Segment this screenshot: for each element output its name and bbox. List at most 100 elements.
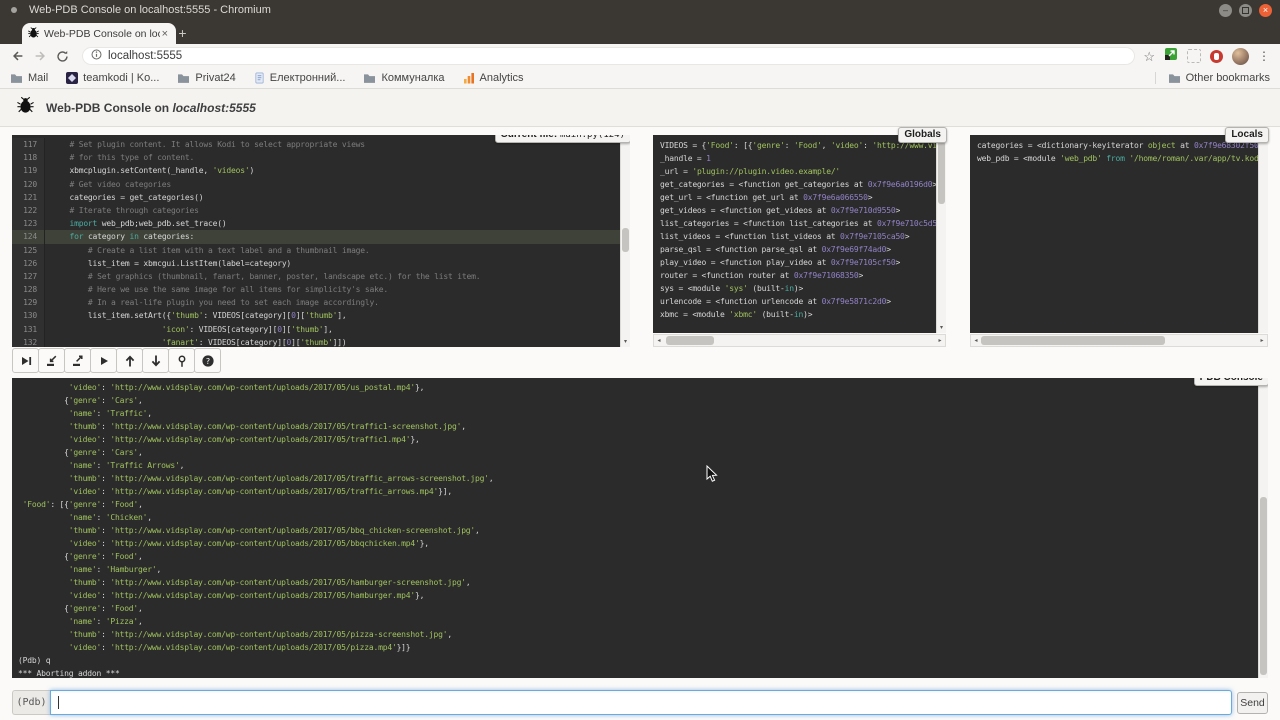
reload-icon[interactable] <box>52 46 72 66</box>
bookmark-label: Privat24 <box>195 72 235 84</box>
other-bookmarks-button[interactable]: Other bookmarks <box>1155 72 1270 84</box>
bookmark-star-icon[interactable]: ☆ <box>1143 50 1155 63</box>
scroll-down-arrow-icon[interactable]: ▾ <box>937 324 946 332</box>
scroll-right-arrow-icon[interactable]: ▸ <box>936 337 944 345</box>
code-line: 121 categories = get_categories() <box>12 191 620 204</box>
console-line: 'Food': [{'genre': 'Food', <box>18 498 1256 511</box>
code-line: 118 # for this type of content. <box>12 151 620 164</box>
send-button[interactable]: Send <box>1237 692 1268 714</box>
globals-listing: VIDEOS = {'Food': [{'genre': 'Food', 'vi… <box>653 135 946 333</box>
console-line: 'video': 'http://www.vidsplay.com/wp-con… <box>18 537 1256 550</box>
bookmark-item[interactable]: Mail <box>10 72 48 84</box>
console-line: (Pdb) q <box>18 654 1256 667</box>
return-icon <box>71 354 85 368</box>
scrollbar-thumb[interactable] <box>1260 497 1267 676</box>
console-line: 'video': 'http://www.vidsplay.com/wp-con… <box>18 381 1256 394</box>
globals-line: get_videos = <function get_videos at 0x7… <box>660 204 946 217</box>
globals-line: xbmc = <module 'xbmc' (built-in)> <box>660 308 946 321</box>
scrollbar-thumb[interactable] <box>981 336 1165 345</box>
pdb-command-input[interactable] <box>59 691 1231 714</box>
browser-menu-icon[interactable]: ⋮ <box>1258 49 1270 63</box>
pdb-prompt-label: (Pdb) <box>12 690 50 715</box>
step-button[interactable] <box>38 348 65 373</box>
where-button[interactable] <box>168 348 195 373</box>
mouse-cursor <box>706 465 718 488</box>
globals-line: sys = <module 'sys' (built-in)> <box>660 282 946 295</box>
new-tab-button[interactable]: + <box>174 25 191 42</box>
bookmark-label: Електронний... <box>270 72 346 84</box>
minimize-button-icon[interactable]: – <box>1219 4 1232 17</box>
globals-line: list_categories = <function list_categor… <box>660 217 946 230</box>
svg-text:?: ? <box>205 357 209 366</box>
folder-icon <box>177 73 190 84</box>
code-listing: 117 # Set plugin content. It allows Kodi… <box>12 138 620 347</box>
globals-vertical-scrollbar[interactable]: ▾ <box>936 135 946 333</box>
scroll-left-arrow-icon[interactable]: ◂ <box>972 337 980 345</box>
bookmark-item[interactable]: Коммуналка <box>363 72 444 84</box>
address-bar[interactable]: localhost:5555 <box>82 47 1135 65</box>
bookmark-item[interactable]: teamkodi | Ko... <box>66 72 159 84</box>
console-line: 'thumb': 'http://www.vidsplay.com/wp-con… <box>18 576 1256 589</box>
tab-strip: Web-PDB Console on loca × + <box>0 20 1280 44</box>
maximize-button-icon[interactable] <box>1239 4 1252 17</box>
extension-disabled-icon[interactable] <box>1187 49 1201 63</box>
up-button[interactable] <box>116 348 143 373</box>
help-button[interactable]: ? <box>194 348 221 373</box>
bookmark-label: Analytics <box>480 72 524 84</box>
scroll-right-arrow-icon[interactable]: ▸ <box>1258 337 1266 345</box>
web-pdb-bug-icon <box>17 96 34 119</box>
scroll-left-arrow-icon[interactable]: ◂ <box>655 337 663 345</box>
console-vertical-scrollbar[interactable] <box>1258 378 1268 678</box>
globals-line: urlencode = <function urlencode at 0x7f9… <box>660 295 946 308</box>
globals-line: router = <function router at 0x7f9e71068… <box>660 269 946 282</box>
down-button[interactable] <box>142 348 169 373</box>
scrollbar-thumb[interactable] <box>622 228 629 251</box>
window-icon <box>11 7 17 13</box>
current-file-name: main.py(124) <box>560 135 625 140</box>
back-icon[interactable] <box>8 46 28 66</box>
globals-label: Globals <box>898 127 947 143</box>
profile-avatar[interactable] <box>1232 48 1249 65</box>
extension-green-icon[interactable] <box>1164 47 1178 66</box>
return-button[interactable] <box>64 348 91 373</box>
extension-red-icon[interactable] <box>1210 50 1223 63</box>
continue-button[interactable] <box>90 348 117 373</box>
current-file-panel: Current file: main.py(124) 117 # Set plu… <box>12 135 630 347</box>
locals-horizontal-scrollbar[interactable]: ◂ ▸ <box>970 334 1268 347</box>
bookmark-item[interactable]: Privat24 <box>177 72 235 84</box>
code-vertical-scrollbar[interactable]: ▾ <box>620 135 630 347</box>
globals-line: get_url = <function get_url at 0x7f9e6a0… <box>660 191 946 204</box>
next-button[interactable] <box>12 348 39 373</box>
code-line: 126 list_item = xbmcgui.ListItem(label=c… <box>12 257 620 270</box>
pdb-console-panel: PDB Console 'video': 'http://www.vidspla… <box>12 378 1268 678</box>
down-icon <box>149 354 163 368</box>
bookmark-item[interactable]: Електронний... <box>254 72 346 84</box>
step-icon <box>45 354 59 368</box>
window-titlebar: Web-PDB Console on localhost:5555 - Chro… <box>0 0 1280 20</box>
bookmark-label: teamkodi | Ko... <box>83 72 159 84</box>
globals-line: parse_qsl = <function parse_qsl at 0x7f9… <box>660 243 946 256</box>
code-line: 129 # In a real-life plugin you need to … <box>12 296 620 309</box>
console-line: {'genre': 'Cars', <box>18 446 1256 459</box>
scrollbar-thumb[interactable] <box>666 336 714 345</box>
browser-tab[interactable]: Web-PDB Console on loca × <box>22 23 176 44</box>
pdb-prompt: (Pdb) Send <box>12 690 1268 715</box>
scrollbar-thumb[interactable] <box>938 141 945 204</box>
console-line: {'genre': 'Food', <box>18 602 1256 615</box>
pdb-console-label: PDB Console <box>1194 378 1268 386</box>
code-line: 127 # Set graphics (thumbnail, fanart, b… <box>12 270 620 283</box>
close-button-icon[interactable]: × <box>1259 4 1272 17</box>
scroll-down-arrow-icon[interactable]: ▾ <box>621 338 630 346</box>
pdb-input-wrap <box>50 690 1232 715</box>
locals-line: web_pdb = <module 'web_pdb' from '/home/… <box>977 152 1268 165</box>
bookmark-item[interactable]: Analytics <box>463 72 524 84</box>
forward-icon[interactable] <box>30 46 50 66</box>
site-info-icon[interactable] <box>91 47 102 65</box>
console-line: *** Aborting addon *** <box>18 667 1256 678</box>
tab-close-icon[interactable]: × <box>160 28 170 40</box>
globals-horizontal-scrollbar[interactable]: ◂ ▸ <box>653 334 946 347</box>
locals-vertical-scrollbar[interactable] <box>1258 135 1268 333</box>
next-icon <box>19 354 33 368</box>
console-line: 'name': 'Traffic', <box>18 407 1256 420</box>
code-line: 128 # Here we use the same image for all… <box>12 283 620 296</box>
